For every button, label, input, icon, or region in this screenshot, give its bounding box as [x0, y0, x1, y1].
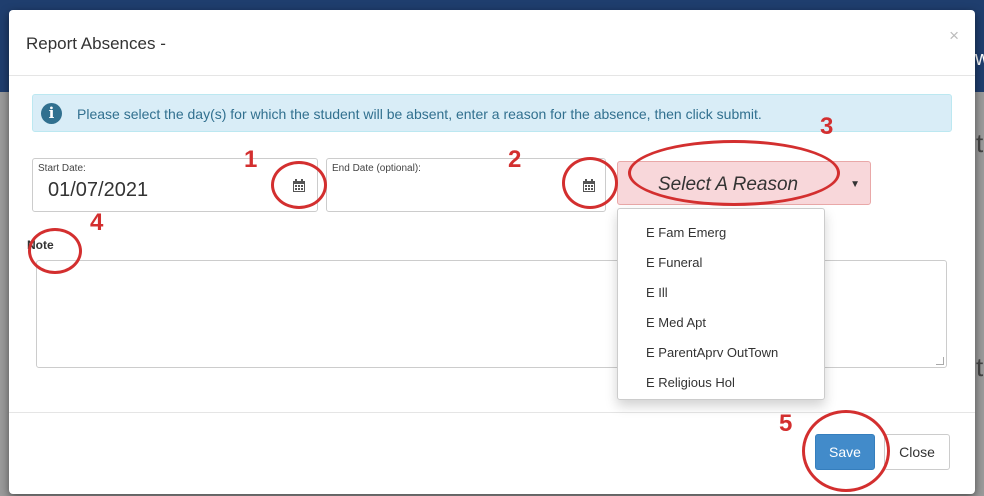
resize-handle-icon[interactable] — [936, 357, 944, 365]
dropdown-item[interactable]: E Fam Emerg — [646, 225, 726, 240]
info-icon: i — [41, 103, 62, 124]
reason-select[interactable]: Select A Reason ▼ — [617, 161, 871, 205]
dropdown-item[interactable]: E Funeral — [646, 255, 702, 270]
annotation-number: 3 — [820, 113, 834, 140]
calendar-icon[interactable] — [578, 175, 600, 197]
annotation-number: 1 — [244, 146, 258, 173]
start-date-input[interactable]: 01/07/2021 — [48, 179, 148, 202]
calendar-icon[interactable] — [288, 175, 310, 197]
modal-header: Report Absences - × — [9, 10, 975, 76]
background-header-text: w — [975, 48, 984, 70]
caret-down-icon: ▼ — [850, 179, 860, 190]
save-button[interactable]: Save — [815, 434, 875, 470]
dropdown-item[interactable]: E Religious Hol — [646, 375, 735, 390]
annotation-number: 4 — [90, 209, 104, 236]
close-button[interactable]: Close — [884, 434, 950, 470]
end-date-label: End Date (optional): — [332, 163, 421, 174]
background-text: t — [976, 128, 984, 158]
end-date-field[interactable]: End Date (optional): — [326, 158, 606, 212]
reason-dropdown-menu: E Fam Emerg E Funeral E Ill E Med Apt E … — [617, 208, 825, 400]
reason-selected-text: Select A Reason — [658, 174, 799, 195]
info-alert: i Please select the day(s) for which the… — [32, 94, 952, 132]
close-icon[interactable]: × — [949, 26, 959, 46]
report-absences-modal: Report Absences - × i Please select the … — [9, 10, 975, 494]
annotation-number: 2 — [508, 146, 522, 173]
dropdown-item[interactable]: E Med Apt — [646, 315, 706, 330]
footer-divider — [9, 412, 975, 413]
dropdown-item[interactable]: E ParentAprv OutTown — [646, 345, 778, 360]
alert-text: Please select the day(s) for which the s… — [77, 106, 762, 122]
dropdown-item[interactable]: E Ill — [646, 285, 668, 300]
modal-title: Report Absences - — [26, 34, 166, 53]
start-date-label: Start Date: — [38, 163, 86, 174]
note-label: Note — [27, 238, 54, 252]
start-date-field[interactable]: Start Date: 01/07/2021 — [32, 158, 318, 212]
annotation-number: 5 — [779, 410, 793, 437]
background-text: t — [976, 352, 984, 382]
